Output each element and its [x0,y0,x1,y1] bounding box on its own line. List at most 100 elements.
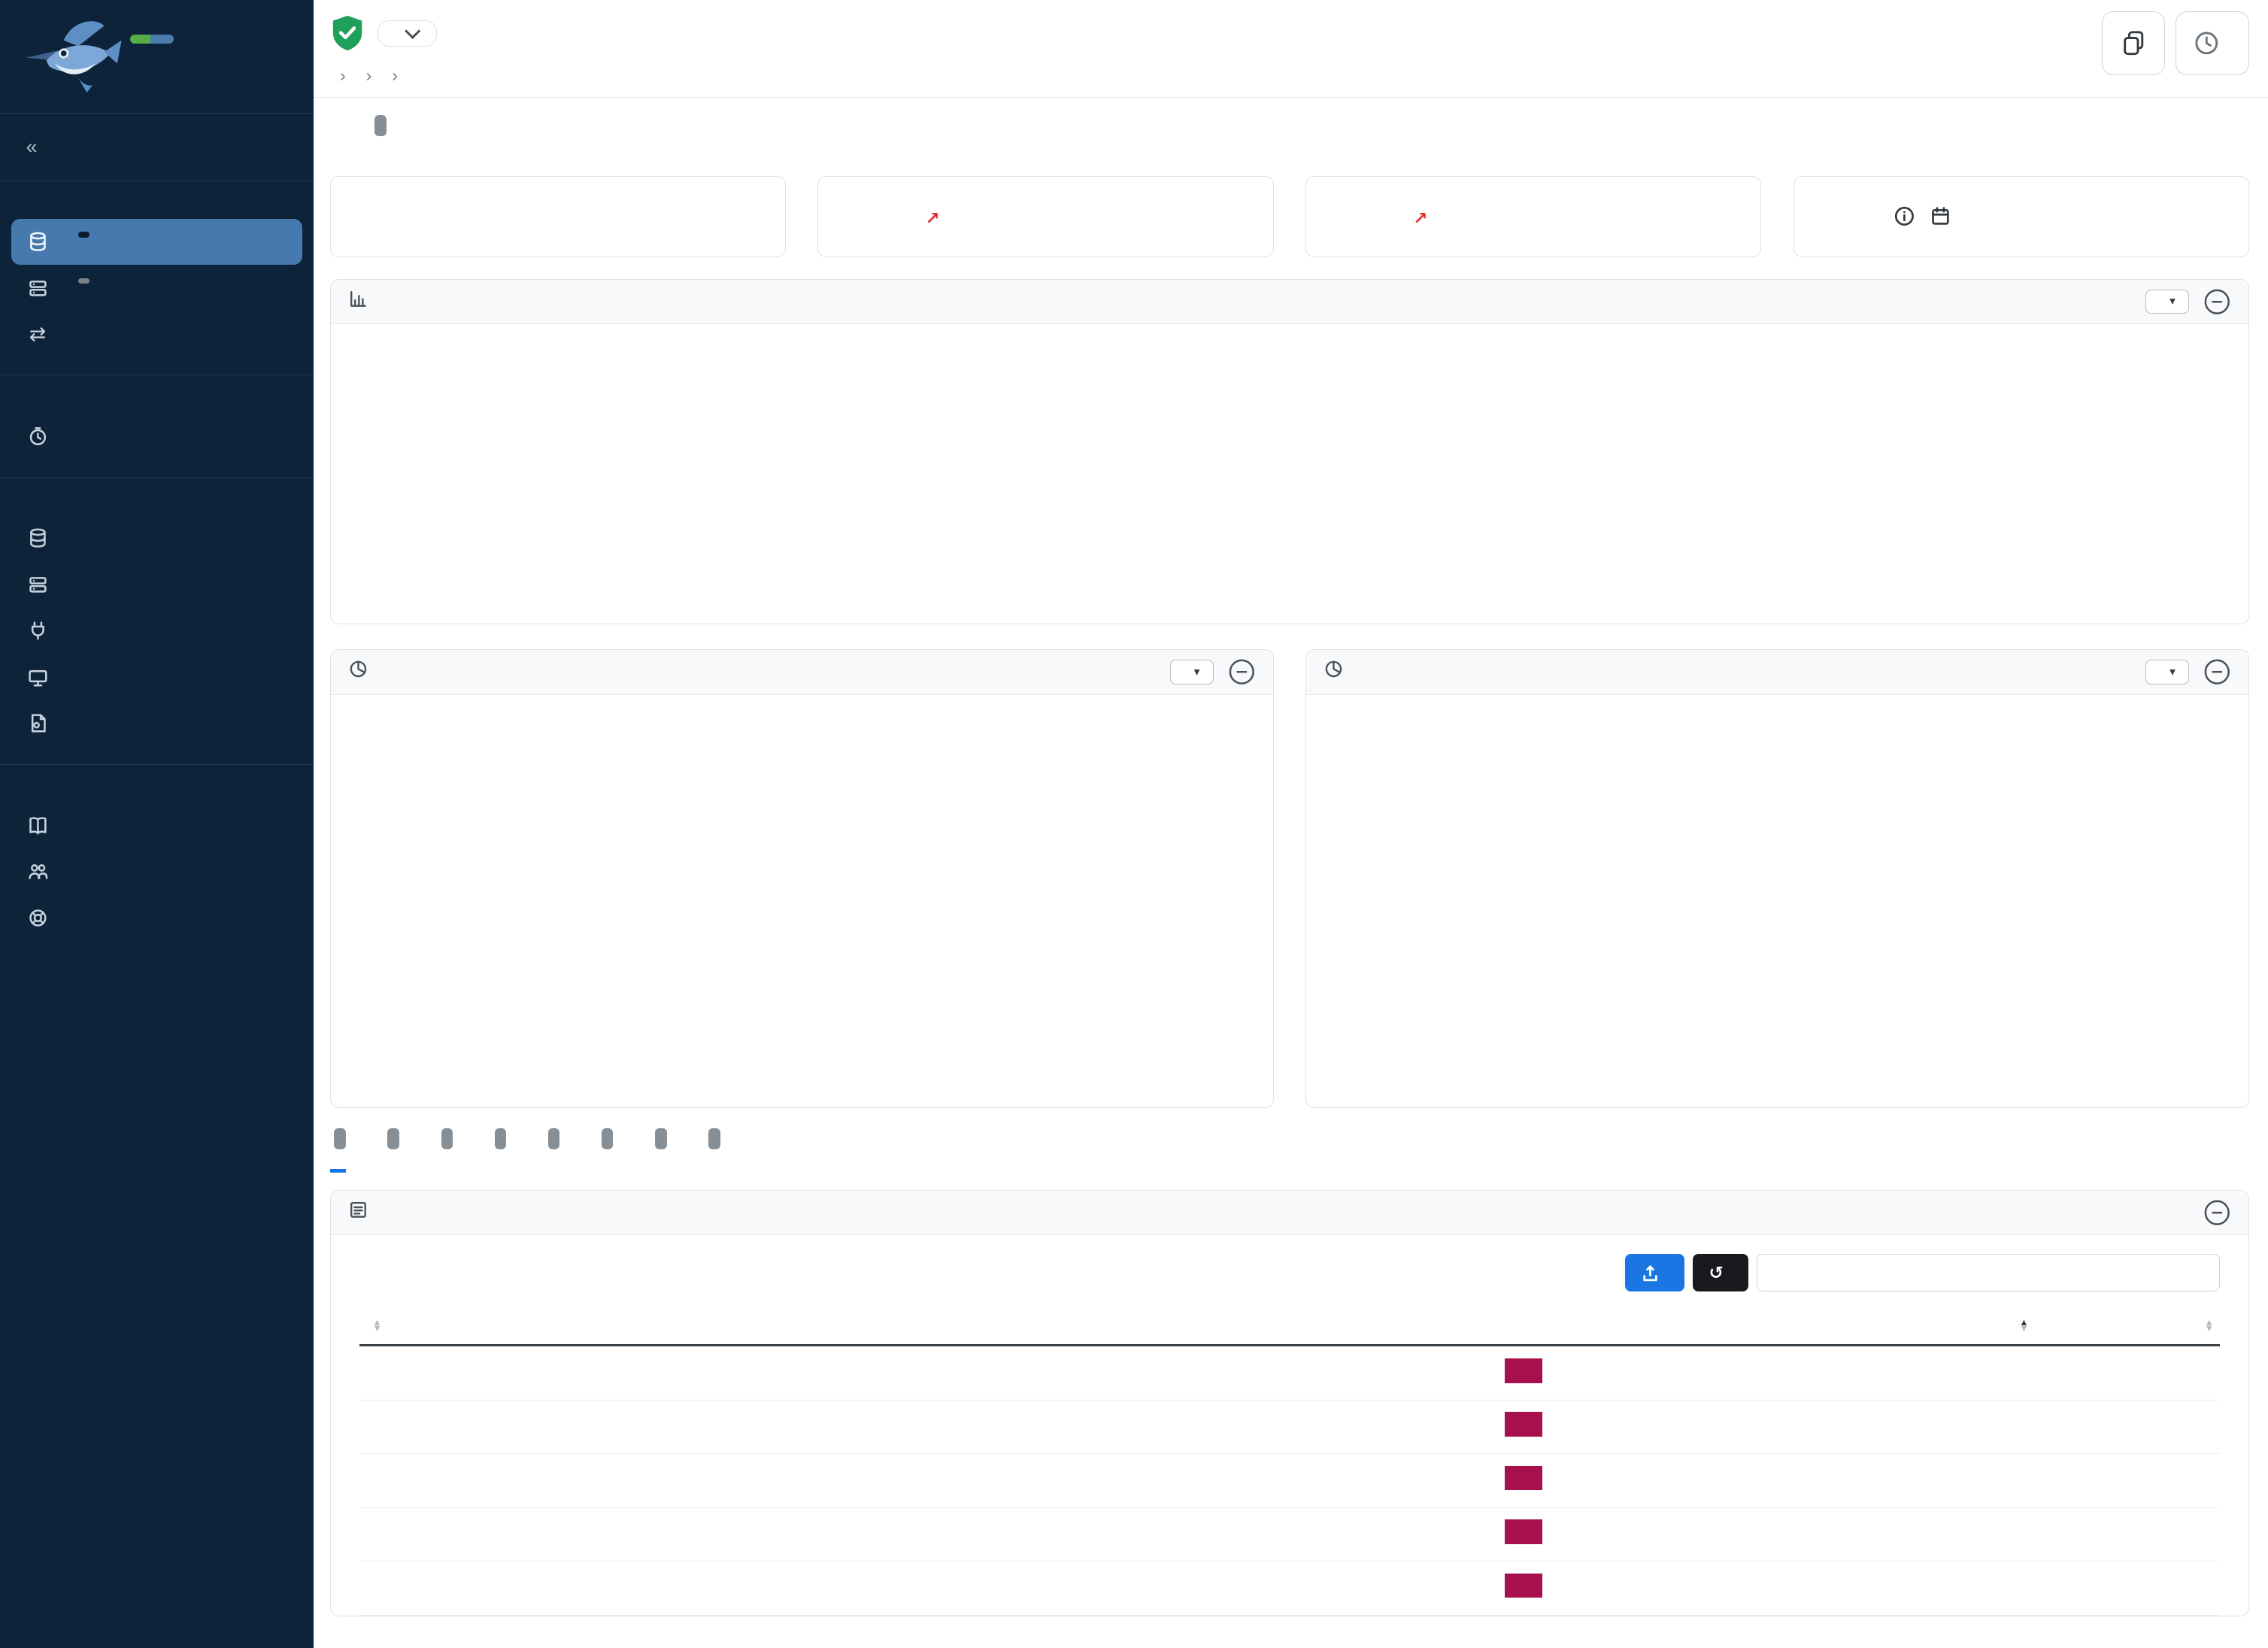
card-average-time[interactable]: ↗ [1305,176,1761,257]
tab-sessions[interactable] [490,1134,506,1172]
bar-chart-icon [348,185,412,249]
top-waits-donut[interactable] [1306,695,2248,1107]
logo[interactable] [0,0,314,113]
col-header-weight[interactable]: ▲▼ [2034,1312,2219,1346]
col-header-total-time[interactable] [1499,1312,1800,1346]
time-spent-chart[interactable] [331,324,2248,621]
instance-selector[interactable] [377,20,437,47]
trend-chart-icon [835,185,899,249]
brand-logo [130,35,174,44]
sidebar-item-integrations[interactable] [11,608,302,654]
total-time-bar [1505,1358,1542,1383]
breadcrumb-separator: › [340,65,346,86]
collapse-panel-icon[interactable] [1228,658,1256,686]
sidebar-item-hosts[interactable] [11,265,302,311]
server-icon [26,277,50,300]
life-ring-icon [26,906,50,930]
count-badge [708,1128,720,1149]
card-db-time[interactable] [330,176,786,257]
statements-chart-selector[interactable]: ▾ [1170,660,1214,684]
weight-value [2034,1562,2219,1615]
count-badge [78,232,89,238]
tab-host-metrics[interactable] [370,112,386,157]
brand-marlin [150,35,174,44]
collapse-panel-icon[interactable] [2203,658,2231,686]
table-row [359,1454,2220,1507]
swap-arrows-icon [1812,185,1875,249]
count-badge [374,115,386,136]
swap-arrows-icon: ⇄ [26,323,50,346]
wait-time-value [1800,1346,2035,1400]
collapse-panel-icon[interactable] [2203,288,2231,316]
total-time-bar [1505,1466,1542,1491]
breadcrumb-separator: › [392,65,398,86]
tab-databases[interactable] [437,1134,453,1172]
copy-button[interactable] [2102,11,2166,75]
top-statements-donut[interactable] [331,695,1273,1107]
waits-chart-selector[interactable]: ▾ [2145,660,2189,684]
hide-menu-button[interactable]: « [0,114,314,181]
col-header-statement[interactable] [510,1312,1499,1346]
sidebar-item-change-history[interactable]: ⇄ [11,311,302,358]
sidebar-item-time-comparison[interactable] [11,413,302,460]
tab-clients[interactable] [544,1134,559,1172]
chevron-down-icon: ▾ [1194,665,1200,679]
health-shield-icon [330,14,365,52]
events-icon [26,666,50,689]
sidebar-item-documentation[interactable] [11,803,302,849]
sidebar-item-settings-hosts[interactable] [11,561,302,608]
sidebar-item-community[interactable] [11,848,302,895]
top-waits-panel: ▾ [1305,649,2249,1108]
tab-programs[interactable] [650,1134,666,1172]
chevron-down-icon: ▾ [2169,294,2176,308]
sidebar-item-settings-database-instances[interactable] [11,515,302,562]
calendar-icon [1930,205,1951,232]
clock-icon [2194,30,2220,56]
brand-db [130,35,150,44]
count-badge [655,1128,666,1149]
collapse-panel-icon[interactable] [2203,1199,2231,1227]
breadcrumb: › › › [330,65,2248,86]
time-range-button[interactable] [2176,11,2249,75]
breadcrumb-separator: › [366,65,372,86]
delta-up-icon: ↗ [1413,208,1427,229]
tab-waits[interactable] [384,1134,399,1172]
count-badge [495,1128,506,1149]
book-icon [26,814,50,837]
tab-changes[interactable] [705,1134,720,1172]
sidebar-item-database-instances[interactable] [11,219,302,266]
sort-icon: ▲▼ [2204,1320,2213,1331]
activity-chart-selector[interactable]: ▾ [2145,290,2189,314]
time-spent-panel: ▾ [330,279,2249,625]
people-icon [26,860,50,883]
sidebar-item-event-types[interactable] [11,654,302,700]
table-row [359,1400,2220,1453]
statements-table: ▲▼ ▲▼ ▲▼ [359,1312,2220,1616]
export-button[interactable] [1625,1254,1684,1291]
count-badge [441,1128,453,1149]
tab-users[interactable] [597,1134,613,1172]
card-changes[interactable] [1793,176,2249,257]
server-icon [26,573,50,596]
main-tabs [330,112,2249,157]
tab-statements[interactable] [330,1134,346,1172]
sidebar-item-licences[interactable] [11,700,302,747]
topbar: › › › [314,0,2268,98]
sidebar-item-support[interactable] [11,895,302,942]
undo-icon: ↺ [1709,1263,1723,1283]
count-badge [78,278,89,284]
col-header-wait-time[interactable]: ▲▼ [1800,1312,2035,1346]
card-executions[interactable]: ↗ [817,176,1273,257]
col-header-id[interactable]: ▲▼ [359,1312,510,1346]
detail-tabs [330,1134,2249,1172]
count-badge [387,1128,399,1149]
search-input[interactable] [1757,1254,2220,1291]
sidebar-section-help [0,765,314,959]
table-row [359,1507,2220,1561]
wait-time-value [1800,1507,2035,1561]
table-toolbar: ↺ [331,1235,2248,1305]
pie-chart-icon [348,659,368,684]
clear-button[interactable]: ↺ [1693,1254,1748,1291]
sidebar-section-settings [0,478,314,764]
sidebar: « ⇄ [0,0,314,1648]
